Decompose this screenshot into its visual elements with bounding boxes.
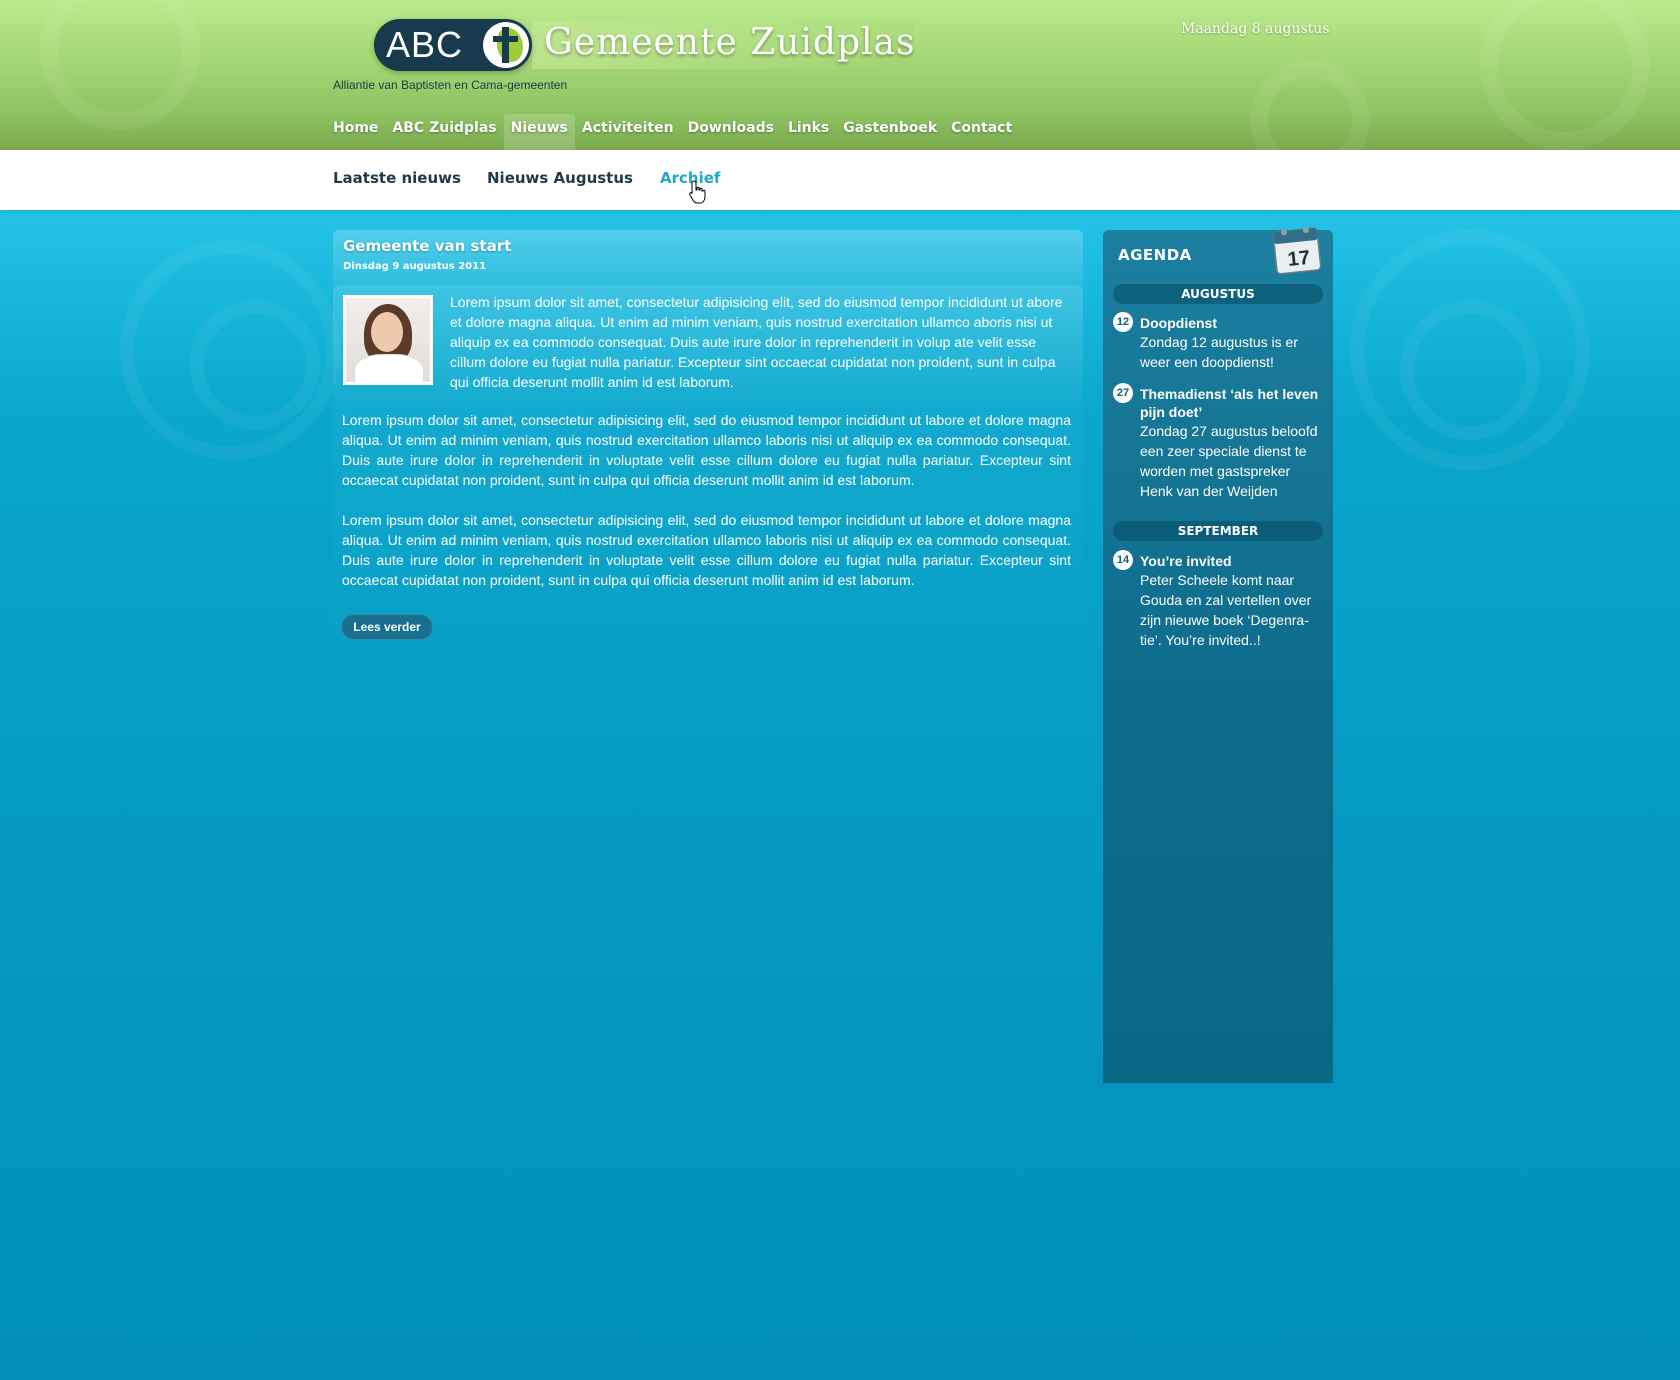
- article-photo: [343, 295, 433, 385]
- calendar-day: 17: [1287, 247, 1311, 271]
- article-date: Dinsdag 9 augustus 2011: [343, 261, 487, 272]
- event-day-badge: 12: [1113, 312, 1133, 332]
- article-paragraph: Lorem ipsum dolor sit amet, consectetur …: [342, 412, 1071, 488]
- article-title[interactable]: Gemeente van start: [343, 237, 511, 255]
- sub-nav: Laatste nieuws Nieuws Augustus Archief: [0, 150, 1680, 210]
- month-header: SEPTEMBER: [1113, 521, 1323, 541]
- event-title[interactable]: You’re invited: [1140, 552, 1325, 570]
- site-header: ABC Gemeente Zuidplas Alliantie van Bapt…: [0, 0, 1680, 150]
- main-nav: Home ABC Zuidplas Nieuws Activiteiten Do…: [326, 114, 1019, 150]
- nav-item-gastenboek[interactable]: Gastenboek: [836, 114, 944, 150]
- nav-item-activiteiten[interactable]: Activiteiten: [575, 114, 681, 150]
- agenda-sidebar: AGENDA 17 AUGUSTUS 12 Doopdienst Zondag …: [1103, 226, 1333, 1083]
- event-description: Zondag 27 augustus beloofd een zeer spec…: [1140, 423, 1318, 499]
- background-ornament: [1400, 300, 1540, 440]
- background-ornament: [190, 300, 320, 430]
- event-day-badge: 14: [1113, 550, 1133, 570]
- hand-cursor-icon: [689, 180, 706, 204]
- logo[interactable]: ABC: [374, 19, 532, 71]
- nav-item-nieuws[interactable]: Nieuws: [503, 114, 575, 150]
- header-ornament: [1250, 60, 1370, 150]
- nav-item-links[interactable]: Links: [781, 114, 836, 150]
- current-date: Maandag 8 augustus: [1181, 21, 1330, 37]
- agenda-title: AGENDA: [1118, 246, 1192, 264]
- nav-item-contact[interactable]: Contact: [944, 114, 1019, 150]
- read-more-button[interactable]: Lees verder: [341, 614, 433, 640]
- nav-item-home[interactable]: Home: [326, 114, 385, 150]
- event-description: Zondag 12 augustus is er weer een doopdi…: [1140, 334, 1298, 370]
- calendar-icon: 17: [1272, 226, 1322, 275]
- article-paragraph: Lorem ipsum dolor sit amet, consectetur …: [450, 294, 1063, 390]
- subnav-item-laatste-nieuws[interactable]: Laatste nieuws: [333, 169, 461, 187]
- header-ornament: [1480, 0, 1650, 150]
- header-ornament: [40, 0, 200, 130]
- article-paragraph: Lorem ipsum dolor sit amet, consectetur …: [342, 512, 1071, 588]
- site-title: Gemeente Zuidplas: [544, 22, 916, 63]
- month-header: AUGUSTUS: [1113, 284, 1323, 304]
- event-description: Peter Scheele komt naar Gouda en zal ver…: [1140, 572, 1312, 648]
- logo-text: ABC: [386, 24, 464, 65]
- event-title[interactable]: Themadienst ‘als het leven pijn doet’: [1140, 385, 1325, 421]
- cross-emblem-icon: [483, 22, 529, 68]
- article-body: Lorem ipsum dolor sit amet, consectetur …: [333, 285, 1083, 665]
- nav-item-abc-zuidplas[interactable]: ABC Zuidplas: [385, 114, 503, 150]
- subnav-item-nieuws-augustus[interactable]: Nieuws Augustus: [487, 169, 633, 187]
- article-header: Gemeente van start Dinsdag 9 augustus 20…: [333, 230, 1083, 285]
- event-day-badge: 27: [1113, 383, 1133, 403]
- event-title[interactable]: Doopdienst: [1140, 314, 1325, 332]
- site-tagline: Alliantie van Baptisten en Cama-gemeente…: [333, 78, 568, 92]
- nav-item-downloads[interactable]: Downloads: [681, 114, 781, 150]
